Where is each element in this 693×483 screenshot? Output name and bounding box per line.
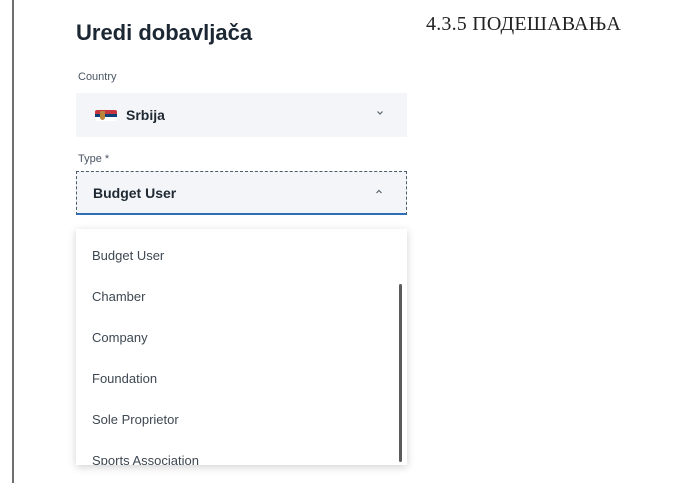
section-heading: 4.3.5 ПОДЕШАВАЊА [426,13,621,35]
type-option-sports-association[interactable]: Sports Association [76,440,396,466]
type-option-sole-proprietor[interactable]: Sole Proprietor [76,399,396,439]
type-value: Budget User [93,185,177,201]
chevron-up-icon [376,189,382,194]
country-label: Country [78,71,117,83]
left-margin-rule [12,0,14,483]
type-dropdown-menu: Budget User Chamber Company Foundation S… [76,229,407,465]
type-label: Type * [78,153,110,165]
type-select[interactable]: Budget User [76,171,407,215]
serbia-flag-icon [95,110,117,121]
country-value: Srbija [126,107,165,123]
chevron-down-icon [377,111,383,115]
country-select[interactable]: Srbija [76,93,407,137]
type-option-foundation[interactable]: Foundation [76,358,396,398]
type-option-chamber[interactable]: Chamber [76,276,396,316]
page-title: Uredi dobavljača [76,20,253,45]
type-option-company[interactable]: Company [76,317,396,357]
type-option-budget-user[interactable]: Budget User [76,235,396,275]
dropdown-scrollbar[interactable] [399,284,402,462]
